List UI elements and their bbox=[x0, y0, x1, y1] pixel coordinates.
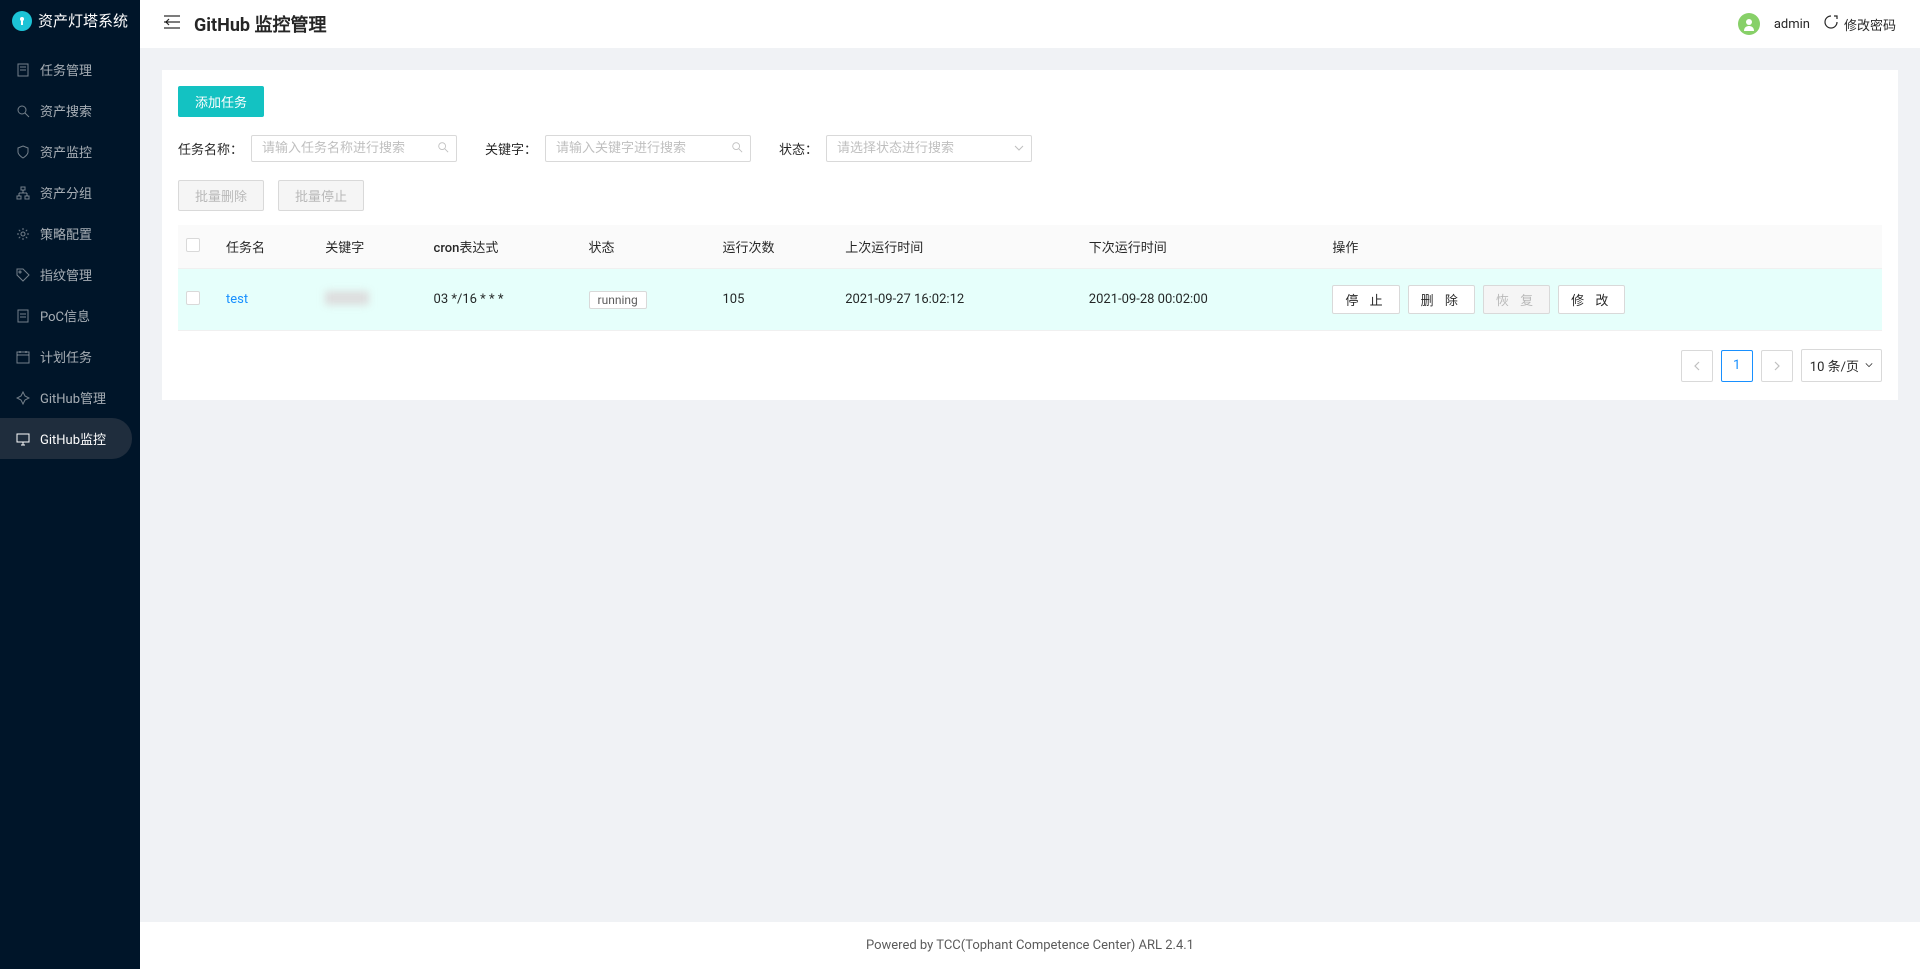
run-count-cell: 105 bbox=[714, 269, 837, 331]
logout-icon bbox=[1824, 15, 1838, 33]
page-size-label: 10 条/页 bbox=[1810, 356, 1859, 375]
col-run-count: 运行次数 bbox=[714, 225, 837, 269]
batch-delete-button[interactable]: 批量删除 bbox=[178, 180, 264, 211]
sidebar-item-label: PoC信息 bbox=[40, 306, 90, 325]
sidebar-item-asset-group[interactable]: 资产分组 bbox=[0, 172, 140, 213]
tag-icon bbox=[16, 268, 30, 282]
app-name: 资产灯塔系统 bbox=[38, 10, 128, 31]
sidebar-item-label: 策略配置 bbox=[40, 224, 92, 243]
col-name: 任务名 bbox=[218, 225, 317, 269]
sidebar-item-label: 资产搜索 bbox=[40, 101, 92, 120]
sidebar-item-label: GitHub监控 bbox=[40, 429, 106, 448]
monitor-icon bbox=[16, 432, 30, 446]
keyword-cell bbox=[325, 291, 369, 305]
tasks-table: 任务名 关键字 cron表达式 状态 运行次数 上次运行时间 下次运行时间 操作 bbox=[178, 225, 1882, 331]
col-cron: cron表达式 bbox=[426, 225, 581, 269]
keyword-filter-label: 关键字： bbox=[485, 139, 537, 158]
task-name-filter-label: 任务名称： bbox=[178, 139, 243, 158]
username: admin bbox=[1774, 17, 1810, 32]
sidebar-item-policy-config[interactable]: 策略配置 bbox=[0, 213, 140, 254]
search-icon bbox=[16, 104, 30, 118]
sidebar-item-label: 资产监控 bbox=[40, 142, 92, 161]
batch-stop-button[interactable]: 批量停止 bbox=[278, 180, 364, 211]
logo-icon bbox=[12, 11, 32, 31]
stop-button[interactable]: 停 止 bbox=[1332, 285, 1399, 314]
col-status: 状态 bbox=[581, 225, 715, 269]
sidebar-item-label: 计划任务 bbox=[40, 347, 92, 366]
keyword-input[interactable] bbox=[545, 135, 751, 162]
next-run-cell: 2021-09-28 00:02:00 bbox=[1081, 269, 1325, 331]
gear-icon bbox=[16, 227, 30, 241]
header: GitHub 监控管理 admin 修改密码 bbox=[140, 0, 1920, 48]
change-password-label: 修改密码 bbox=[1844, 15, 1896, 34]
sidebar-item-fingerprint[interactable]: 指纹管理 bbox=[0, 254, 140, 295]
sidebar-item-label: 任务管理 bbox=[40, 60, 92, 79]
sidebar-item-github-monitor[interactable]: GitHub监控 bbox=[0, 418, 132, 459]
clipboard-icon bbox=[16, 63, 30, 77]
sidebar-item-task-mgmt[interactable]: 任务管理 bbox=[0, 49, 140, 90]
restore-button[interactable]: 恢 复 bbox=[1483, 285, 1550, 314]
col-actions: 操作 bbox=[1324, 225, 1882, 269]
status-select[interactable] bbox=[826, 135, 1032, 162]
sidebar-item-asset-monitor[interactable]: 资产监控 bbox=[0, 131, 140, 172]
change-password-link[interactable]: 修改密码 bbox=[1824, 15, 1896, 34]
sitemap-icon bbox=[16, 186, 30, 200]
table-row: test 03 */16 * * * running 105 2021-09-2… bbox=[178, 269, 1882, 331]
status-badge: running bbox=[589, 291, 647, 309]
menu-toggle-icon[interactable] bbox=[164, 15, 180, 33]
filters: 任务名称： 关键字： 状态： bbox=[178, 135, 1882, 162]
footer: Powered by TCC(Tophant Competence Center… bbox=[140, 922, 1920, 969]
sidebar-item-scheduled[interactable]: 计划任务 bbox=[0, 336, 140, 377]
page-title: GitHub 监控管理 bbox=[194, 11, 327, 37]
select-all-checkbox[interactable] bbox=[186, 238, 200, 252]
github-icon bbox=[16, 391, 30, 405]
sidebar-item-github-mgmt[interactable]: GitHub管理 bbox=[0, 377, 140, 418]
main-card: 添加任务 任务名称： 关键字： bbox=[162, 70, 1898, 400]
sidebar-item-label: 资产分组 bbox=[40, 183, 92, 202]
calendar-icon bbox=[16, 350, 30, 364]
sidebar-item-label: GitHub管理 bbox=[40, 388, 106, 407]
col-next-run: 下次运行时间 bbox=[1081, 225, 1325, 269]
sidebar-item-poc[interactable]: PoC信息 bbox=[0, 295, 140, 336]
task-name-input[interactable] bbox=[251, 135, 457, 162]
last-run-cell: 2021-09-27 16:02:12 bbox=[837, 269, 1081, 331]
row-checkbox[interactable] bbox=[186, 291, 200, 305]
edit-button[interactable]: 修 改 bbox=[1558, 285, 1625, 314]
sidebar: 资产灯塔系统 任务管理 资产搜索 资产监控 资产分组 策略配置 指纹管理 PoC… bbox=[0, 0, 140, 969]
sidebar-item-asset-search[interactable]: 资产搜索 bbox=[0, 90, 140, 131]
pagination: 1 10 条/页 bbox=[178, 349, 1882, 382]
add-task-button[interactable]: 添加任务 bbox=[178, 86, 264, 117]
cron-cell: 03 */16 * * * bbox=[426, 269, 581, 331]
avatar[interactable] bbox=[1738, 13, 1760, 35]
col-keyword: 关键字 bbox=[317, 225, 425, 269]
prev-page-button[interactable] bbox=[1681, 350, 1713, 382]
delete-button[interactable]: 删 除 bbox=[1408, 285, 1475, 314]
nav: 任务管理 资产搜索 资产监控 资产分组 策略配置 指纹管理 PoC信息 计划任务… bbox=[0, 49, 140, 459]
col-last-run: 上次运行时间 bbox=[837, 225, 1081, 269]
page-size-select[interactable]: 10 条/页 bbox=[1801, 349, 1882, 382]
document-icon bbox=[16, 309, 30, 323]
chevron-down-icon bbox=[1865, 358, 1873, 373]
next-page-button[interactable] bbox=[1761, 350, 1793, 382]
sidebar-item-label: 指纹管理 bbox=[40, 265, 92, 284]
page-1-button[interactable]: 1 bbox=[1721, 350, 1753, 382]
status-filter-label: 状态： bbox=[779, 139, 818, 158]
logo: 资产灯塔系统 bbox=[0, 0, 140, 41]
shield-icon bbox=[16, 145, 30, 159]
task-name-link[interactable]: test bbox=[226, 292, 248, 307]
